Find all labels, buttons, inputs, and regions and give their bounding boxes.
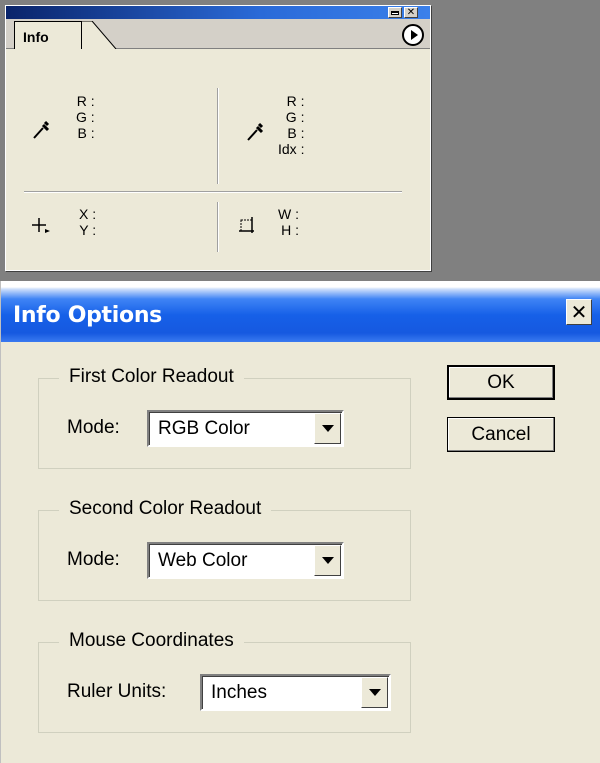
second-color-readout: R : G : B : Idx : (278, 93, 304, 157)
tab-info[interactable]: Info (14, 21, 82, 49)
chevron-down-icon (368, 689, 381, 696)
w-label: W : (278, 206, 299, 222)
first-color-r-label: R : (76, 93, 95, 109)
second-color-r-label: R : (286, 93, 305, 109)
first-color-mode-label: Mode: (67, 417, 120, 438)
dialog-titlebar[interactable]: Info Options ✕ (1, 281, 600, 342)
dropdown-arrow-button[interactable] (361, 677, 388, 708)
ruler-units-value: Inches (211, 682, 267, 703)
palette-menu-button[interactable] (402, 24, 424, 46)
mouse-coordinates-group: Mouse Coordinates Ruler Units: Inches (38, 630, 411, 733)
y-label: Y : (79, 222, 97, 238)
ruler-units-label: Ruler Units: (67, 681, 167, 702)
close-icon: ✕ (406, 6, 416, 18)
info-options-dialog: Info Options ✕ First Color Readout Mode:… (0, 281, 600, 763)
second-color-group-legend: Second Color Readout (59, 498, 272, 520)
info-palette: ✕ Info R : G : B : R : G : B : Idx: X:… (5, 5, 431, 271)
dialog-title: Info Options (13, 303, 162, 328)
ruler-units-select[interactable]: Inches (200, 674, 391, 711)
palette-titlebar[interactable]: ✕ (6, 6, 430, 19)
ok-button[interactable]: OK (447, 365, 555, 400)
horizontal-divider (24, 191, 402, 193)
mouse-coordinates-group-legend: Mouse Coordinates (59, 630, 244, 652)
x-label: X : (79, 206, 97, 222)
size-readout: W : H : (278, 206, 299, 238)
eyedropper-icon (247, 122, 264, 141)
close-icon: ✕ (570, 300, 588, 324)
chevron-down-icon (321, 425, 334, 432)
palette-close-button[interactable]: ✕ (404, 7, 418, 18)
vertical-divider (217, 88, 219, 184)
second-color-mode-select[interactable]: Web Color (147, 542, 344, 579)
palette-tab-strip: Info (6, 19, 430, 49)
first-color-mode-select[interactable]: RGB Color (147, 410, 344, 447)
minimize-icon (391, 10, 399, 15)
vertical-divider (217, 202, 219, 252)
second-color-g-label: G : (285, 109, 305, 125)
first-color-mode-value: RGB Color (158, 418, 250, 439)
first-color-g-label: G : (76, 109, 95, 125)
first-color-group-legend: First Color Readout (59, 366, 244, 388)
tab-info-label: Info (23, 29, 49, 45)
selection-size-icon (239, 217, 254, 233)
second-color-mode-value: Web Color (158, 550, 248, 571)
dropdown-arrow-button[interactable] (314, 545, 341, 576)
cancel-button[interactable]: Cancel (447, 417, 555, 452)
coordinate-readout: X : Y : (79, 206, 96, 238)
dropdown-arrow-button[interactable] (314, 413, 341, 444)
crosshair-icon (32, 218, 50, 233)
second-color-mode-label: Mode: (67, 549, 120, 570)
first-color-b-label: B : (77, 125, 95, 141)
palette-menu-icon (410, 30, 418, 40)
palette-minimize-button[interactable] (388, 7, 402, 18)
chevron-down-icon (321, 557, 334, 564)
dialog-close-button[interactable]: ✕ (566, 299, 592, 325)
second-color-b-label: B : (287, 125, 305, 141)
second-color-idx-label: Idx : (278, 141, 305, 157)
h-label: H : (281, 222, 299, 238)
first-color-readout: R : G : B : (76, 93, 95, 141)
first-color-group: First Color Readout Mode: RGB Color (38, 366, 411, 469)
eyedropper-icon (33, 120, 50, 139)
second-color-group: Second Color Readout Mode: Web Color (38, 498, 411, 601)
